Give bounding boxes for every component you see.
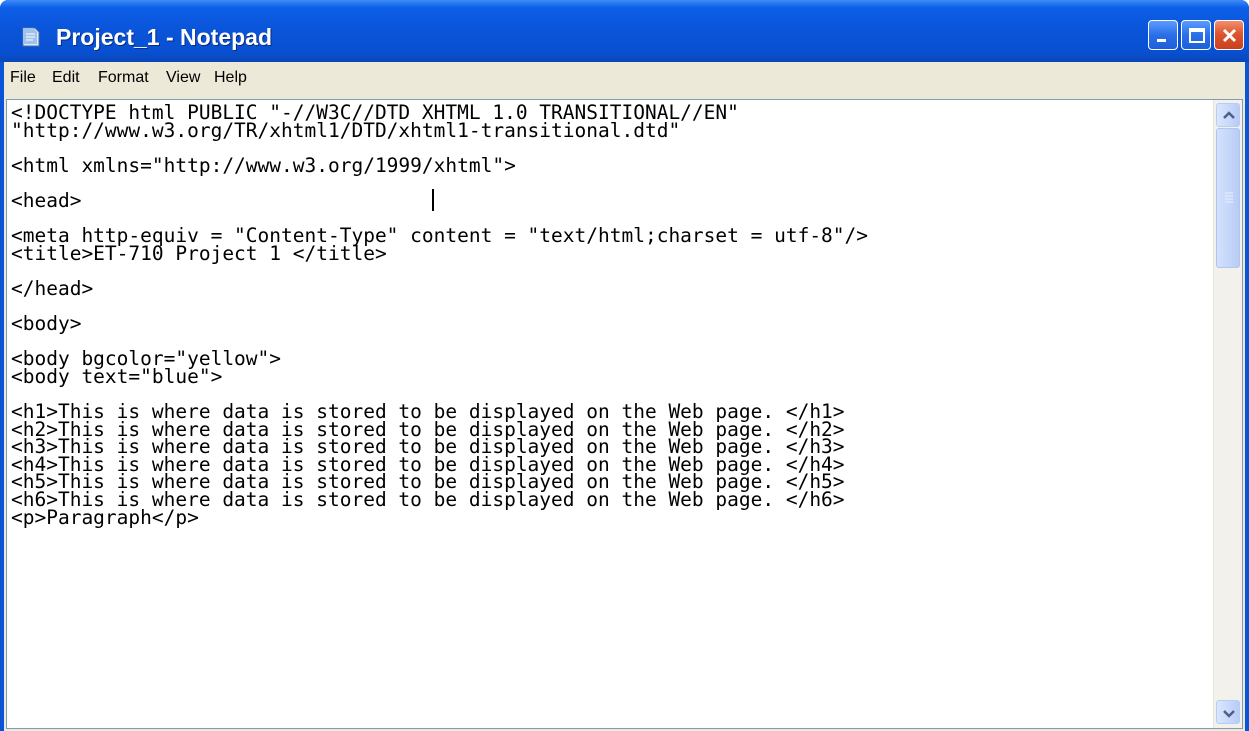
scroll-up-button[interactable]: [1216, 103, 1240, 127]
menu-format[interactable]: Format: [98, 69, 149, 87]
maximize-button[interactable]: [1181, 20, 1211, 50]
text-caret: [432, 189, 434, 211]
chevron-down-icon: [1223, 710, 1235, 718]
minimize-icon: [1157, 39, 1166, 42]
title-bar[interactable]: Project_1 - Notepad: [0, 0, 1249, 62]
menu-file[interactable]: File: [10, 69, 36, 87]
grip-icon: [1225, 192, 1233, 203]
document-text[interactable]: <!DOCTYPE html PUBLIC "-//W3C//DTD XHTML…: [11, 103, 1211, 724]
scroll-thumb[interactable]: [1216, 128, 1240, 268]
notepad-icon[interactable]: [20, 26, 42, 48]
menu-help[interactable]: Help: [214, 69, 247, 87]
maximize-icon: [1189, 28, 1205, 43]
notepad-window: Project_1 - Notepad File Edit Format Vie…: [0, 0, 1249, 731]
menu-bar: File Edit Format View Help: [4, 62, 1245, 96]
close-button[interactable]: [1214, 20, 1244, 50]
menu-edit[interactable]: Edit: [52, 69, 80, 87]
scroll-down-button[interactable]: [1216, 700, 1240, 724]
window-title: Project_1 - Notepad: [56, 24, 272, 50]
menu-view[interactable]: View: [166, 69, 200, 87]
close-icon: [1222, 28, 1237, 43]
client-area: File Edit Format View Help <!DOCTYPE htm…: [4, 62, 1245, 731]
minimize-button[interactable]: [1148, 20, 1178, 50]
chevron-up-icon: [1223, 111, 1235, 119]
text-editor[interactable]: <!DOCTYPE html PUBLIC "-//W3C//DTD XHTML…: [6, 99, 1243, 729]
vertical-scrollbar[interactable]: [1213, 100, 1242, 728]
